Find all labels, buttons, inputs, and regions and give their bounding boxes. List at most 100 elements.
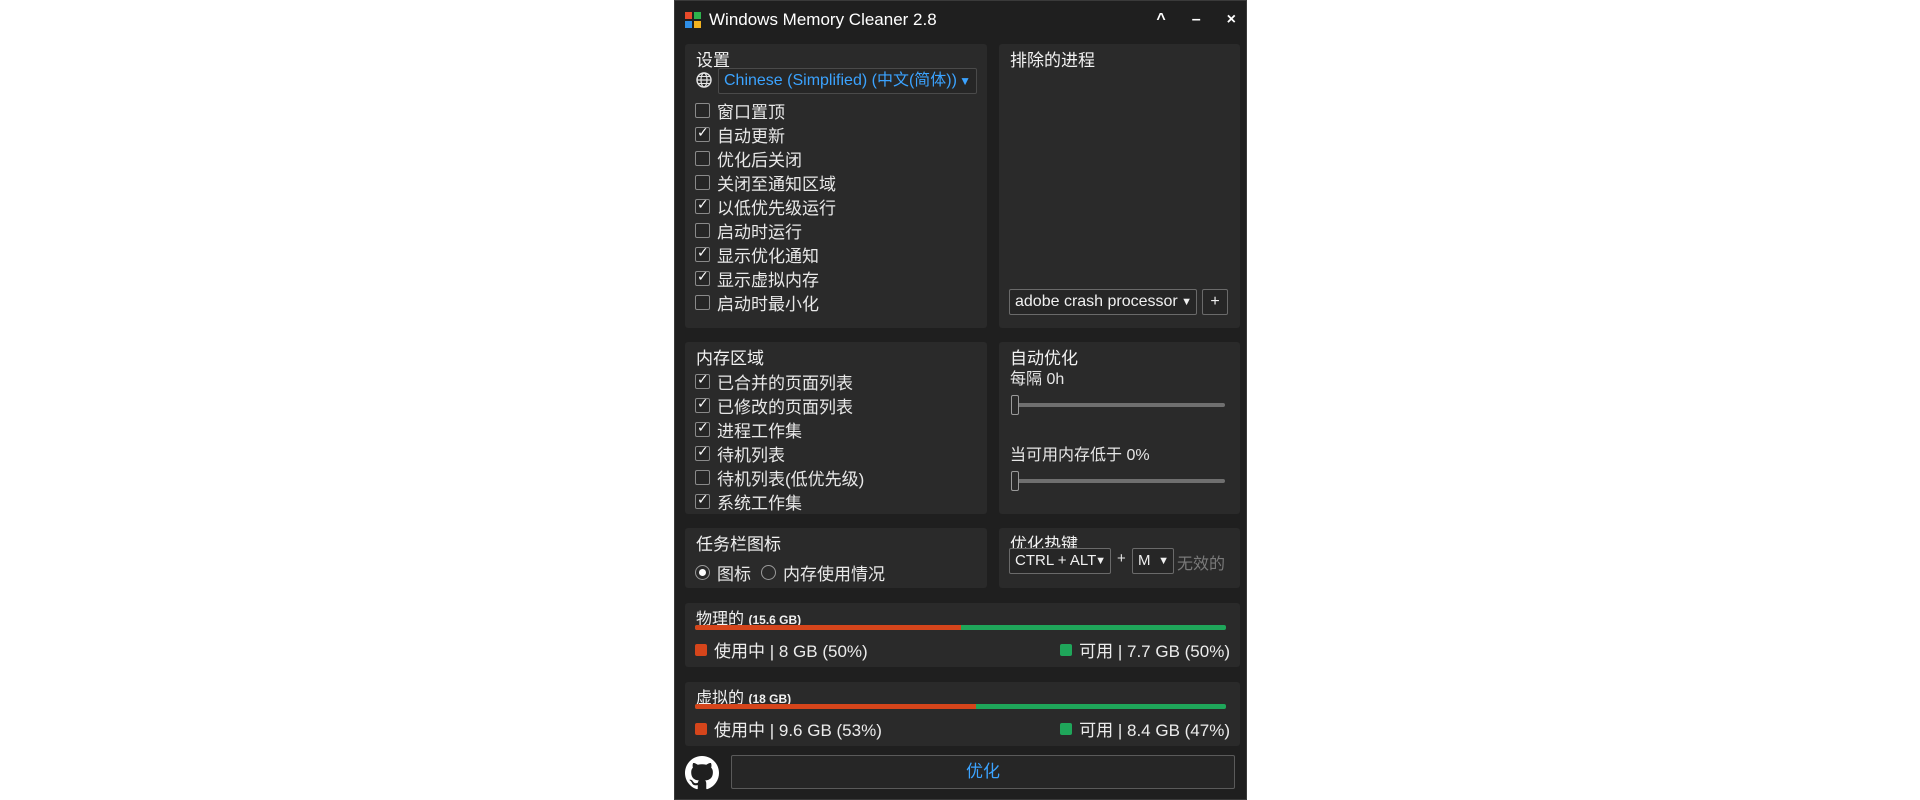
checkbox-unchecked[interactable] <box>695 222 710 238</box>
chevron-down-icon: ▼ <box>1158 555 1169 567</box>
radio-unselected[interactable] <box>761 564 776 580</box>
physical-used-text: 使用中 | 8 GB (50%) <box>714 642 868 661</box>
threshold-label: 当可用内存低于 0% <box>1010 447 1150 464</box>
chevron-down-icon: ▼ <box>1181 296 1192 308</box>
checkbox-unchecked[interactable] <box>695 469 710 485</box>
hotkey-key-select[interactable]: M ▼ <box>1132 548 1174 574</box>
collapse-icon[interactable]: ^ <box>1156 11 1165 29</box>
excluded-processes-title: 排除的进程 <box>1010 51 1095 70</box>
minimize-icon[interactable]: – <box>1192 11 1201 29</box>
close-icon[interactable]: × <box>1227 11 1236 29</box>
add-process-button[interactable]: + <box>1202 289 1228 315</box>
memory-areas-checkbox-list: 已合并的页面列表已修改的页面列表进程工作集待机列表待机列表(低优先级) 系统工作集 <box>695 369 864 513</box>
physical-free-text: 可用 | 7.7 GB (50%) <box>1079 642 1230 661</box>
virtual-used-legend: 使用中 | 9.6 GB (53%) <box>695 716 882 741</box>
physical-used-fill <box>695 625 961 630</box>
memory-areas-panel: 内存区域 已合并的页面列表已修改的页面列表进程工作集待机列表待机列表(低优先级)… <box>685 342 987 514</box>
setting-checkbox-row[interactable]: 以低优先级运行 <box>695 194 836 218</box>
checkbox-unchecked[interactable] <box>695 174 710 190</box>
checkbox-unchecked[interactable] <box>695 294 710 310</box>
setting-checkbox-label: 启动时最小化 <box>717 294 819 314</box>
checkbox-checked[interactable] <box>695 269 710 286</box>
interval-slider-thumb[interactable] <box>1011 395 1019 415</box>
memory-area-checkbox-row[interactable]: 进程工作集 <box>695 417 864 441</box>
interval-label: 每隔 0h <box>1010 371 1065 388</box>
setting-checkbox-row[interactable]: 自动更新 <box>695 122 836 146</box>
setting-checkbox-row[interactable]: 启动时最小化 <box>695 290 836 314</box>
virtual-memory-panel: 虚拟的 (18 GB) 使用中 | 9.6 GB (53%) 可用 | 8.4 … <box>685 682 1240 746</box>
checkbox-checked[interactable] <box>695 420 710 437</box>
settings-panel: 设置 Chinese (Simplified) (中文(简体)) ▼ 窗口置顶自… <box>685 44 987 328</box>
setting-checkbox-label: 自动更新 <box>717 126 785 146</box>
setting-checkbox-row[interactable]: 关闭至通知区域 <box>695 170 836 194</box>
virtual-used-text: 使用中 | 9.6 GB (53%) <box>714 721 882 740</box>
threshold-slider-thumb[interactable] <box>1011 471 1019 491</box>
memory-area-checkbox-label: 待机列表(低优先级) <box>717 469 865 489</box>
checkbox-unchecked[interactable] <box>695 102 710 118</box>
memory-area-checkbox-label: 已修改的页面列表 <box>717 397 853 417</box>
plus-icon: + <box>1210 293 1220 310</box>
tray-icon-panel: 任务栏图标 图标 内存使用情况 <box>685 528 987 588</box>
setting-checkbox-row[interactable]: 启动时运行 <box>695 218 836 242</box>
tray-icon-radio-group: 图标 内存使用情况 <box>695 560 885 584</box>
setting-checkbox-label: 显示优化通知 <box>717 246 819 266</box>
radio-selected[interactable] <box>695 564 710 580</box>
memory-area-checkbox-label: 系统工作集 <box>717 493 802 513</box>
checkbox-checked[interactable] <box>695 125 710 142</box>
settings-checkbox-list: 窗口置顶自动更新优化后关闭关闭至通知区域以低优先级运行启动时运行显示优化通知显示… <box>695 98 836 314</box>
virtual-free-text: 可用 | 8.4 GB (47%) <box>1079 721 1230 740</box>
setting-checkbox-label: 关闭至通知区域 <box>717 174 836 194</box>
process-select[interactable]: adobe crash processor ▼ <box>1009 289 1197 315</box>
checkbox-checked[interactable] <box>695 396 710 413</box>
tray-option[interactable]: 内存使用情况 <box>761 560 885 584</box>
threshold-slider-track[interactable] <box>1011 479 1225 483</box>
language-select[interactable]: Chinese (Simplified) (中文(简体)) ▼ <box>718 68 977 94</box>
hotkey-modifier-select[interactable]: CTRL + ALT ▼ <box>1009 548 1111 574</box>
memory-area-checkbox-row[interactable]: 已合并的页面列表 <box>695 369 864 393</box>
setting-checkbox-label: 优化后关闭 <box>717 150 802 170</box>
checkbox-checked[interactable] <box>695 492 710 509</box>
setting-checkbox-label: 显示虚拟内存 <box>717 270 819 290</box>
setting-checkbox-label: 以低优先级运行 <box>717 198 836 218</box>
tray-option[interactable]: 图标 <box>695 560 751 584</box>
physical-free-legend: 可用 | 7.7 GB (50%) <box>1060 637 1230 662</box>
used-color-swatch <box>695 643 707 656</box>
memory-areas-title: 内存区域 <box>696 349 764 368</box>
checkbox-checked[interactable] <box>695 245 710 262</box>
github-icon[interactable] <box>685 756 719 790</box>
checkbox-checked[interactable] <box>695 444 710 461</box>
setting-checkbox-row[interactable]: 优化后关闭 <box>695 146 836 170</box>
interval-slider-track[interactable] <box>1011 403 1225 407</box>
memory-area-checkbox-row[interactable]: 系统工作集 <box>695 489 864 513</box>
memory-area-checkbox-row[interactable]: 待机列表 <box>695 441 864 465</box>
chevron-down-icon: ▼ <box>1095 555 1106 567</box>
globe-icon <box>696 72 712 88</box>
optimize-button[interactable]: 优化 <box>731 755 1235 789</box>
hotkey-status: 无效的 <box>1177 556 1226 573</box>
app-logo-icon <box>685 12 701 28</box>
memory-area-checkbox-label: 进程工作集 <box>717 421 802 441</box>
checkbox-checked[interactable] <box>695 372 710 389</box>
checkbox-unchecked[interactable] <box>695 150 710 166</box>
free-color-swatch <box>1060 722 1073 735</box>
tray-option-label: 图标 <box>717 564 751 584</box>
memory-area-checkbox-label: 待机列表 <box>717 445 785 465</box>
virtual-usage-bar <box>695 704 1226 709</box>
setting-checkbox-row[interactable]: 显示虚拟内存 <box>695 266 836 290</box>
hotkey-panel: 优化热键 CTRL + ALT ▼ + M ▼ 无效的 <box>999 528 1240 588</box>
physical-memory-panel: 物理的 (15.6 GB) 使用中 | 8 GB (50%) 可用 | 7.7 … <box>685 603 1240 667</box>
memory-area-checkbox-label: 已合并的页面列表 <box>717 373 853 393</box>
checkbox-checked[interactable] <box>695 197 710 214</box>
window-title: Windows Memory Cleaner 2.8 <box>709 10 937 29</box>
virtual-free-legend: 可用 | 8.4 GB (47%) <box>1060 716 1230 741</box>
memory-area-checkbox-row[interactable]: 已修改的页面列表 <box>695 393 864 417</box>
title-bar[interactable]: Windows Memory Cleaner 2.8 ^ – × <box>675 1 1246 39</box>
memory-area-checkbox-row[interactable]: 待机列表(低优先级) <box>695 465 864 489</box>
setting-checkbox-row[interactable]: 窗口置顶 <box>695 98 836 122</box>
setting-checkbox-label: 启动时运行 <box>717 222 802 242</box>
app-window: Windows Memory Cleaner 2.8 ^ – × 设置 Chin… <box>674 0 1247 800</box>
auto-optimize-panel: 自动优化 每隔 0h 当可用内存低于 0% <box>999 342 1240 514</box>
process-select-value: adobe crash processor <box>1015 293 1178 310</box>
setting-checkbox-row[interactable]: 显示优化通知 <box>695 242 836 266</box>
setting-checkbox-label: 窗口置顶 <box>717 102 785 122</box>
